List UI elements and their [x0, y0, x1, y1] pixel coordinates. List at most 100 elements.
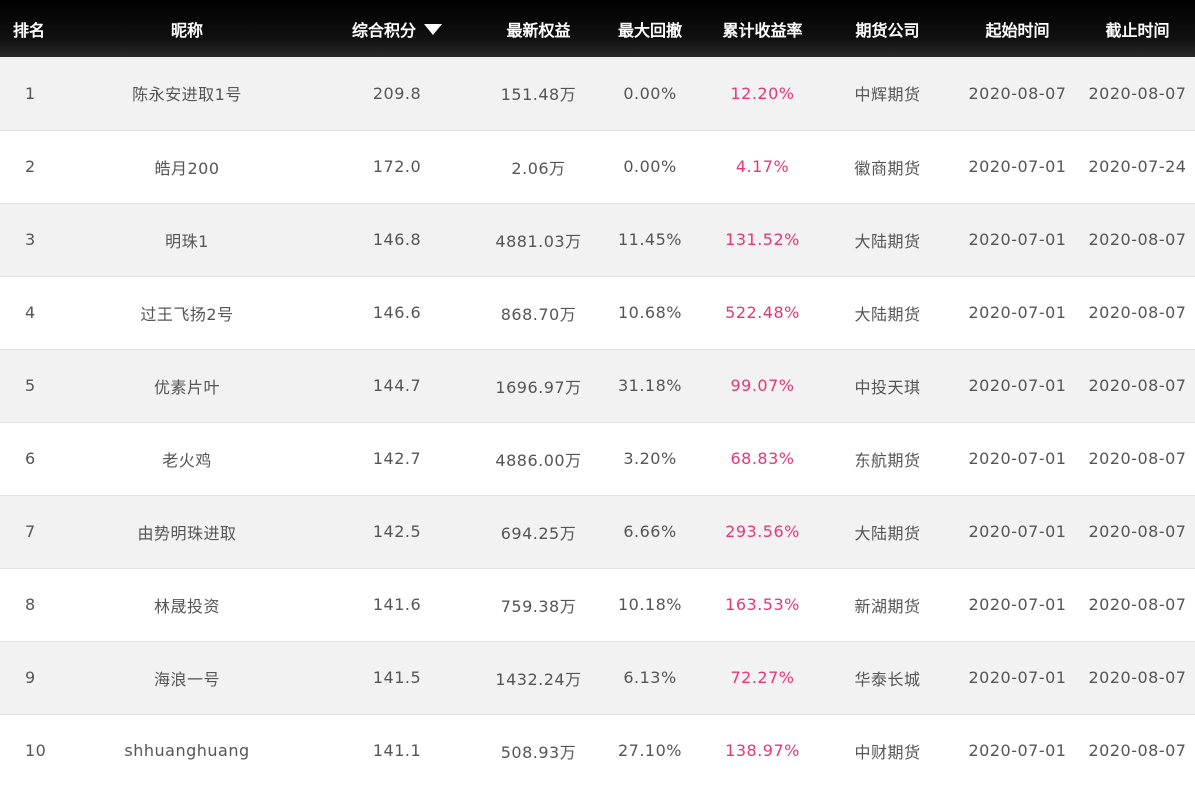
cell-broker: 大陆期货: [854, 304, 921, 324]
cell-equity: 508.93万: [500, 742, 577, 762]
cell-nickname[interactable]: 过王飞扬2号: [62, 276, 312, 349]
header-drawdown-label: 最大回撤: [617, 20, 682, 40]
cell-rank: 7: [25, 522, 36, 541]
cell-equity: 151.48万: [500, 85, 577, 105]
cell-equity: 759.38万: [500, 596, 577, 616]
cell-end: 2020-08-07: [1088, 522, 1187, 541]
table-row[interactable]: 7 由势明珠进取 142.5 694.25万 6.66% 293.56% 大陆期…: [0, 495, 1195, 568]
cell-return: 293.56%: [725, 522, 800, 541]
cell-rank: 10: [25, 741, 47, 761]
table-row[interactable]: 3 明珠1 146.8 4881.03万 11.45% 131.52% 大陆期货…: [0, 203, 1195, 276]
header-nickname[interactable]: 昵称: [62, 0, 312, 57]
cell-drawdown: 0.00%: [623, 157, 677, 176]
cell-rank: 2: [25, 157, 36, 176]
cell-return: 68.83%: [730, 449, 795, 468]
header-end-label: 截止时间: [1105, 20, 1170, 40]
cell-nickname[interactable]: 林晟投资: [62, 568, 312, 641]
cell-broker: 大陆期货: [854, 523, 921, 543]
cell-drawdown: 10.18%: [617, 595, 682, 614]
cell-return: 138.97%: [725, 741, 800, 761]
cell-drawdown: 27.10%: [617, 741, 682, 761]
cell-start: 2020-07-01: [968, 595, 1067, 614]
header-return-label: 累计收益率: [722, 20, 803, 40]
cell-drawdown: 0.00%: [623, 83, 677, 103]
cell-rank: 4: [25, 303, 36, 322]
cell-drawdown: 3.20%: [623, 449, 677, 468]
table-row[interactable]: 5 优素片叶 144.7 1696.97万 31.18% 99.07% 中投天琪…: [0, 349, 1195, 422]
cell-start: 2020-07-01: [968, 376, 1067, 395]
cell-end: 2020-08-07: [1088, 595, 1187, 614]
cell-start: 2020-07-01: [968, 522, 1067, 541]
cell-rank: 3: [25, 230, 36, 249]
header-broker-label: 期货公司: [855, 20, 920, 40]
cell-return: 12.20%: [730, 83, 795, 103]
header-start[interactable]: 起始时间: [955, 0, 1080, 57]
cell-return: 131.52%: [725, 230, 800, 249]
header-drawdown[interactable]: 最大回撤: [595, 0, 705, 57]
cell-broker: 中辉期货: [854, 85, 921, 105]
cell-rank: 1: [25, 83, 36, 103]
cell-nickname[interactable]: 陈永安进取1号: [62, 57, 312, 130]
header-score-label: 综合积分: [351, 20, 416, 40]
cell-score: 172.0: [372, 157, 422, 176]
cell-nickname[interactable]: 皓月200: [62, 130, 312, 203]
cell-drawdown: 6.13%: [623, 668, 677, 687]
cell-rank: 9: [25, 668, 36, 687]
cell-end: 2020-08-07: [1088, 83, 1187, 103]
header-equity[interactable]: 最新权益: [482, 0, 595, 57]
header-equity-label: 最新权益: [506, 20, 571, 40]
cell-broker: 新湖期货: [854, 596, 921, 616]
header-score[interactable]: 综合积分: [312, 0, 482, 57]
header-end[interactable]: 截止时间: [1080, 0, 1195, 57]
cell-nickname[interactable]: 明珠1: [62, 203, 312, 276]
header-rank[interactable]: 排名: [0, 0, 62, 57]
cell-equity: 4886.00万: [495, 450, 582, 470]
cell-equity: 694.25万: [500, 523, 577, 543]
cell-end: 2020-08-07: [1088, 376, 1187, 395]
cell-return: 72.27%: [730, 668, 795, 687]
cell-rank: 8: [25, 595, 36, 614]
header-nickname-label: 昵称: [170, 20, 203, 40]
cell-drawdown: 11.45%: [617, 230, 682, 249]
cell-score: 141.5: [372, 668, 422, 687]
cell-drawdown: 31.18%: [617, 376, 682, 395]
cell-start: 2020-07-01: [968, 449, 1067, 468]
cell-equity: 1432.24万: [495, 669, 582, 689]
cell-broker: 大陆期货: [854, 231, 921, 251]
cell-score: 146.8: [372, 230, 422, 249]
table-row[interactable]: 9 海浪一号 141.5 1432.24万 6.13% 72.27% 华泰长城 …: [0, 641, 1195, 714]
cell-drawdown: 10.68%: [617, 303, 682, 322]
cell-start: 2020-07-01: [968, 668, 1067, 687]
header-broker[interactable]: 期货公司: [820, 0, 955, 57]
cell-nickname[interactable]: 由势明珠进取: [62, 495, 312, 568]
table-row[interactable]: 6 老火鸡 142.7 4886.00万 3.20% 68.83% 东航期货 2…: [0, 422, 1195, 495]
cell-start: 2020-07-01: [968, 741, 1067, 761]
header-row: 排名 昵称 综合积分 最新权益 最大回撤 累计收益率 期货公司 起始时间 截止时…: [0, 0, 1195, 57]
cell-broker: 东航期货: [854, 450, 921, 470]
cell-end: 2020-08-07: [1088, 741, 1187, 761]
cell-start: 2020-07-01: [968, 157, 1067, 176]
cell-end: 2020-08-07: [1088, 230, 1187, 249]
cell-broker: 中财期货: [854, 742, 921, 762]
cell-rank: 5: [25, 376, 36, 395]
cell-score: 141.6: [372, 595, 422, 614]
cell-nickname[interactable]: 海浪一号: [62, 641, 312, 714]
table-row[interactable]: 4 过王飞扬2号 146.6 868.70万 10.68% 522.48% 大陆…: [0, 276, 1195, 349]
table-row[interactable]: 10 shhuanghuang 141.1 508.93万 27.10% 138…: [0, 714, 1195, 787]
table-header: 排名 昵称 综合积分 最新权益 最大回撤 累计收益率 期货公司 起始时间 截止时…: [0, 0, 1195, 57]
cell-end: 2020-08-07: [1088, 668, 1187, 687]
table-row[interactable]: 1 陈永安进取1号 209.8 151.48万 0.00% 12.20% 中辉期…: [0, 57, 1195, 130]
cell-score: 146.6: [372, 303, 422, 322]
cell-nickname[interactable]: shhuanghuang: [62, 714, 312, 787]
cell-return: 522.48%: [725, 303, 800, 322]
table-row[interactable]: 8 林晟投资 141.6 759.38万 10.18% 163.53% 新湖期货…: [0, 568, 1195, 641]
table-row[interactable]: 2 皓月200 172.0 2.06万 0.00% 4.17% 徽商期货 202…: [0, 130, 1195, 203]
cell-return: 4.17%: [735, 157, 790, 176]
header-return[interactable]: 累计收益率: [705, 0, 820, 57]
cell-score: 144.7: [372, 376, 422, 395]
cell-start: 2020-07-01: [968, 303, 1067, 322]
cell-nickname[interactable]: 老火鸡: [62, 422, 312, 495]
cell-nickname[interactable]: 优素片叶: [62, 349, 312, 422]
cell-return: 163.53%: [725, 595, 800, 614]
cell-score: 209.8: [372, 83, 422, 103]
